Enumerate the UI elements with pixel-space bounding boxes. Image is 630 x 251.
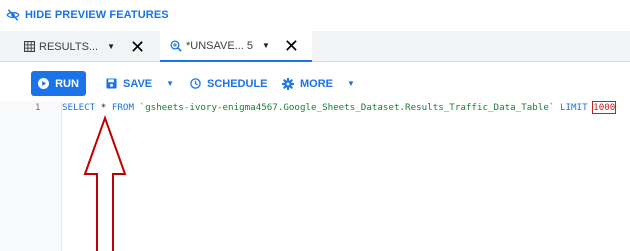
annotation-up-arrow [83,115,127,251]
hide-preview-features-label: HIDE PREVIEW FEATURES [25,9,169,21]
schedule-label: SCHEDULE [207,77,268,90]
chevron-down-icon[interactable]: ▼ [347,79,355,88]
line-number: 1 [35,103,41,113]
run-button[interactable]: RUN [31,71,86,96]
sql-limit-value: 1000 [592,101,617,114]
query-search-icon [170,39,182,52]
chevron-down-icon[interactable]: ▼ [166,79,174,88]
gear-icon [282,77,294,90]
save-label: SAVE [123,77,153,90]
sql-keyword-limit: LIMIT [559,102,588,113]
more-label: MORE [300,77,333,90]
tab-results-label: RESULTS... [39,40,99,53]
chevron-down-icon[interactable]: ▼ [262,41,270,50]
schedule-button[interactable]: SCHEDULE [190,71,268,96]
run-label: RUN [55,77,79,90]
sql-keyword-select: SELECT [62,102,96,113]
sql-code-line[interactable]: SELECT * FROM `gsheets-ivory-enigma4567.… [62,101,617,114]
play-circle-icon [38,78,50,89]
tab-unsaved-count: 5 [246,39,253,52]
chevron-down-icon[interactable]: ▼ [107,42,115,51]
hide-preview-features-link[interactable]: HIDE PREVIEW FEATURES [6,7,169,23]
eye-off-icon [6,9,20,21]
editor-tab-bar: RESULTS... ▼ ✕ *UNSAVE... 5 ▼ ✕ [0,31,630,62]
save-icon [106,78,117,89]
tab-results[interactable]: RESULTS... ▼ ✕ [24,31,145,62]
save-button[interactable]: SAVE ▼ [106,71,174,96]
close-icon[interactable]: ✕ [284,37,299,55]
clock-icon [190,78,201,89]
more-button[interactable]: MORE ▼ [282,71,355,96]
query-toolbar: RUN SAVE ▼ SCHEDULE MORE ▼ [0,63,630,101]
sql-star: * [100,102,107,113]
sql-keyword-from: FROM [111,102,134,113]
line-number-gutter: 1 [0,101,62,251]
tab-unsaved-label: *UNSAVE... [186,39,244,52]
table-grid-icon [24,41,35,52]
tab-unsaved-query[interactable]: *UNSAVE... 5 ▼ ✕ [160,31,312,62]
close-icon[interactable]: ✕ [130,38,145,56]
sql-table-name: `gsheets-ivory-enigma4567.Google_Sheets_… [139,102,555,113]
